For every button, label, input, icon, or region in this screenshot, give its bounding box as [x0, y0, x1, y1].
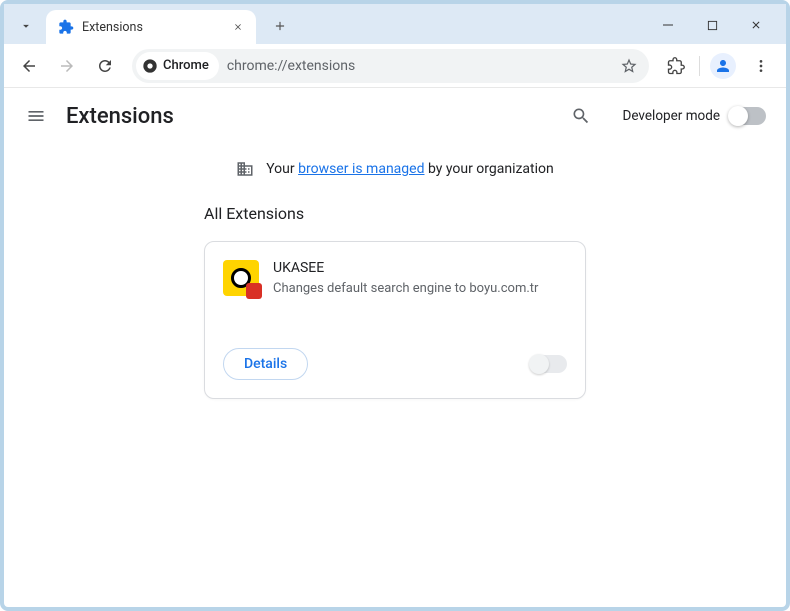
window-controls [646, 10, 778, 40]
browser-window: Extensions Chrome chrome://extensions [0, 0, 790, 611]
minimize-icon [662, 19, 674, 31]
arrow-right-icon [58, 57, 76, 75]
maximize-button[interactable] [690, 10, 734, 40]
close-icon [750, 19, 762, 31]
plus-icon [273, 19, 287, 33]
kebab-icon [753, 58, 769, 74]
tab-search-button[interactable] [12, 12, 40, 40]
extensions-button[interactable] [659, 49, 693, 83]
developer-mode-toggle[interactable] [730, 107, 766, 125]
extension-icon [223, 260, 259, 296]
person-icon [714, 57, 732, 75]
forward-button[interactable] [50, 49, 84, 83]
new-tab-button[interactable] [266, 12, 294, 40]
bookmark-button[interactable] [617, 54, 641, 78]
reload-button[interactable] [88, 49, 122, 83]
search-icon [571, 106, 591, 126]
page-title: Extensions [66, 104, 551, 129]
puzzle-icon [667, 57, 685, 75]
maximize-icon [707, 20, 718, 31]
arrow-left-icon [20, 57, 38, 75]
extension-icon [58, 19, 74, 35]
tab-close-button[interactable] [230, 19, 246, 35]
close-icon [233, 22, 243, 32]
extension-toggle[interactable] [531, 355, 567, 373]
minimize-button[interactable] [646, 10, 690, 40]
page-header: Extensions Developer mode [4, 88, 786, 144]
developer-mode: Developer mode [623, 107, 767, 125]
divider [699, 56, 700, 76]
toolbar: Chrome chrome://extensions [4, 44, 786, 88]
extension-card: UKASEE Changes default search engine to … [204, 241, 586, 399]
address-bar[interactable]: Chrome chrome://extensions [132, 49, 649, 83]
developer-mode-label: Developer mode [623, 108, 721, 124]
extension-header: UKASEE Changes default search engine to … [223, 260, 567, 298]
extension-name: UKASEE [273, 260, 567, 276]
tab-title: Extensions [82, 20, 222, 35]
managed-link[interactable]: browser is managed [298, 161, 424, 177]
managed-text: Your browser is managed by your organiza… [266, 161, 554, 177]
building-icon [236, 160, 254, 178]
url-text: chrome://extensions [227, 58, 609, 74]
menu-button[interactable] [744, 49, 778, 83]
close-window-button[interactable] [734, 10, 778, 40]
browser-tab[interactable]: Extensions [46, 10, 256, 44]
extension-info: UKASEE Changes default search engine to … [273, 260, 567, 298]
hamburger-button[interactable] [24, 104, 48, 128]
chevron-down-icon [19, 19, 33, 33]
tab-strip: Extensions [4, 4, 786, 44]
chrome-icon [142, 58, 158, 74]
chrome-chip[interactable]: Chrome [136, 52, 219, 80]
profile-button[interactable] [706, 49, 740, 83]
section-title: All Extensions [204, 204, 586, 223]
search-button[interactable] [569, 104, 593, 128]
star-icon [620, 57, 638, 75]
hamburger-icon [26, 106, 46, 126]
details-button[interactable]: Details [223, 348, 308, 380]
content-area: All Extensions UKASEE Changes default se… [4, 194, 786, 399]
chrome-chip-label: Chrome [163, 58, 209, 73]
back-button[interactable] [12, 49, 46, 83]
reload-icon [96, 57, 114, 75]
managed-banner: Your browser is managed by your organiza… [4, 144, 786, 194]
extension-description: Changes default search engine to boyu.co… [273, 280, 567, 298]
extension-footer: Details [223, 348, 567, 380]
